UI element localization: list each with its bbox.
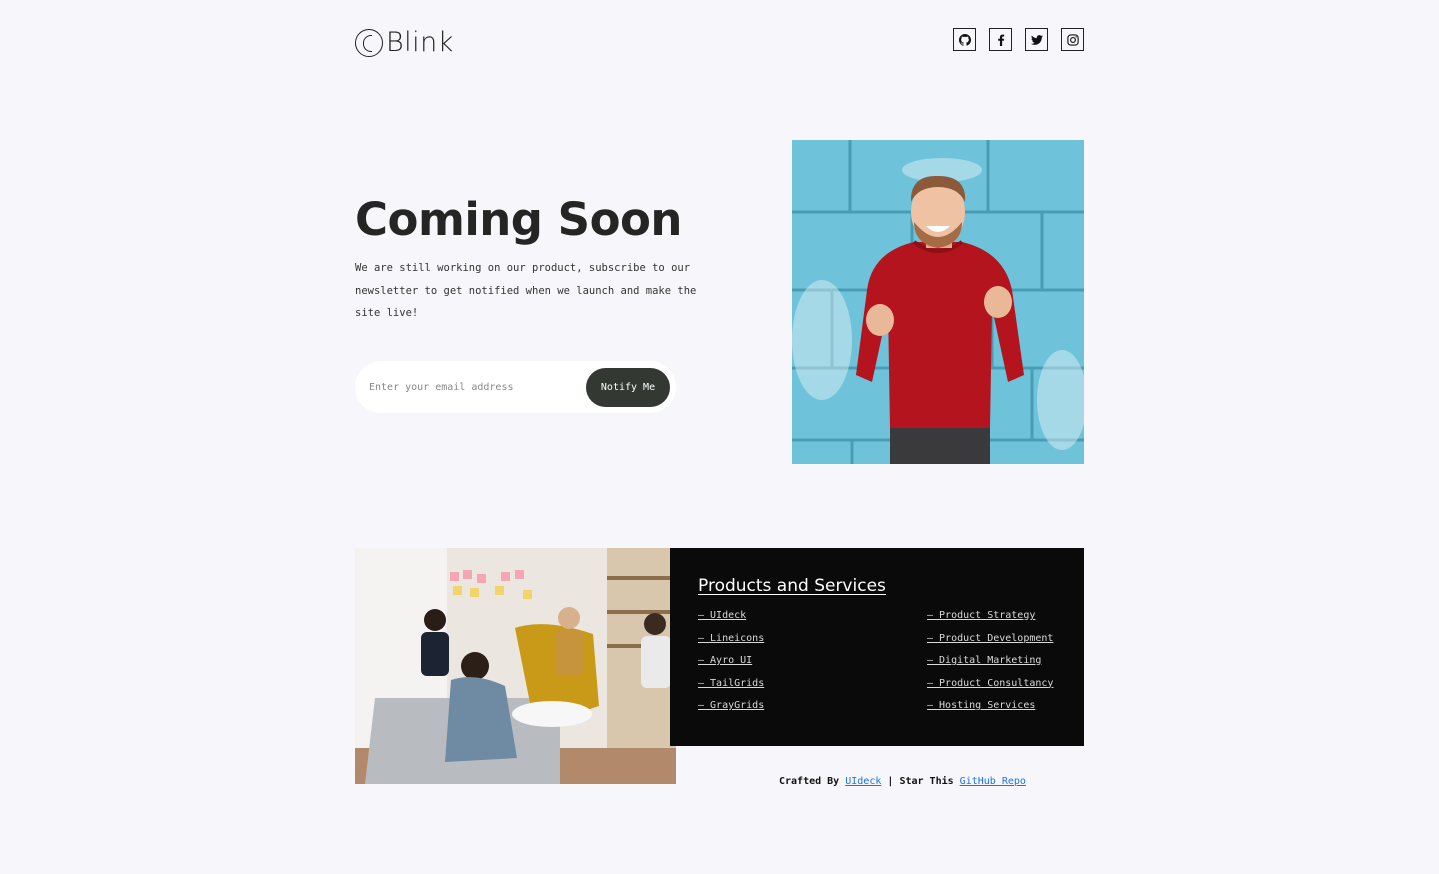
uideck-link[interactable]: UIdeck <box>845 776 881 787</box>
email-input[interactable] <box>369 381 586 393</box>
service-link[interactable]: – Product Development <box>927 633 1053 644</box>
instagram-icon <box>1066 33 1079 46</box>
brand-name: Blink <box>386 27 454 58</box>
services-panel: Products and Services – UIdeck – Lineico… <box>670 548 1084 746</box>
list-item: – Product Development <box>927 633 1053 656</box>
service-link[interactable]: – Digital Marketing <box>927 655 1041 666</box>
services-title: Products and Services <box>698 576 886 596</box>
hero-description: We are still working on our product, sub… <box>355 262 697 319</box>
service-link[interactable]: – Hosting Services <box>927 700 1035 711</box>
twitter-icon <box>1030 34 1043 45</box>
page-title: Coming Soon <box>355 193 682 246</box>
instagram-link[interactable] <box>1061 28 1084 51</box>
github-link[interactable] <box>953 28 976 51</box>
footer-credit: Crafted By UIdeck | Star This GitHub Rep… <box>779 776 1026 787</box>
crafted-by-text: Crafted By <box>779 776 840 787</box>
product-link[interactable]: – UIdeck <box>698 610 746 621</box>
excited-man-photo <box>792 140 1084 464</box>
notify-me-button[interactable]: Notify Me <box>586 367 670 407</box>
list-item: – Product Strategy <box>927 610 1053 633</box>
github-repo-link[interactable]: GitHub Repo <box>960 776 1026 787</box>
list-item: – UIdeck <box>698 610 764 633</box>
list-item: – Product Consultancy <box>927 678 1053 701</box>
services-list: – Product Strategy – Product Development… <box>927 610 1053 723</box>
logo-icon <box>355 28 383 57</box>
hero-image <box>792 140 1084 464</box>
service-link[interactable]: – Product Consultancy <box>927 678 1053 689</box>
github-icon <box>958 33 971 46</box>
list-item: – TailGrids <box>698 678 764 701</box>
list-item: – Lineicons <box>698 633 764 656</box>
facebook-link[interactable] <box>989 28 1012 51</box>
product-link[interactable]: – Lineicons <box>698 633 764 644</box>
team-meeting-image <box>355 548 676 784</box>
subscribe-form: Notify Me <box>355 361 676 413</box>
products-list: – UIdeck – Lineicons – Ayro UI – TailGri… <box>698 610 764 723</box>
product-link[interactable]: – TailGrids <box>698 678 764 689</box>
social-links <box>953 28 1084 51</box>
product-link[interactable]: – Ayro UI <box>698 655 752 666</box>
service-link[interactable]: – Product Strategy <box>927 610 1035 621</box>
product-link[interactable]: – GrayGrids <box>698 700 764 711</box>
list-item: – Digital Marketing <box>927 655 1053 678</box>
list-item: – GrayGrids <box>698 700 764 723</box>
facebook-icon <box>997 34 1004 46</box>
star-text: | Star This <box>887 776 954 787</box>
twitter-link[interactable] <box>1025 28 1048 51</box>
brand-logo[interactable]: Blink <box>355 27 454 58</box>
list-item: – Ayro UI <box>698 655 764 678</box>
team-meeting-photo <box>355 548 676 784</box>
list-item: – Hosting Services <box>927 700 1053 723</box>
